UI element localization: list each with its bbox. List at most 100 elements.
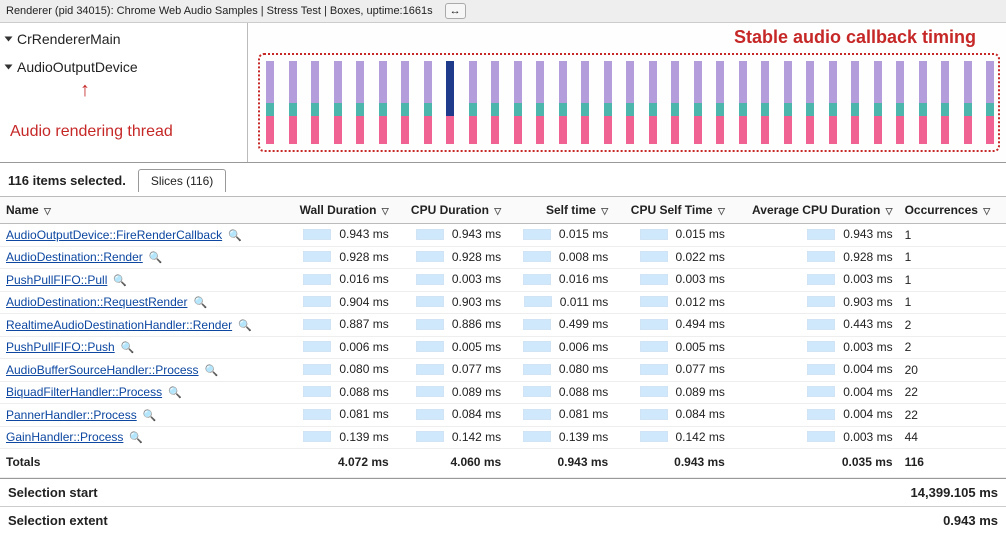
cell-wall: 0.943 ms	[284, 224, 395, 247]
thread-row[interactable]: CrRendererMain	[0, 23, 247, 51]
cell-name: AudioBufferSourceHandler::Process 🔍	[0, 359, 284, 382]
cell-avgcpu: 0.035 ms	[731, 449, 899, 478]
selection-extent-row: Selection extent 0.943 ms	[0, 506, 1006, 534]
cell-name: AudioDestination::RequestRender 🔍	[0, 291, 284, 314]
selection-extent-label: Selection extent	[8, 513, 108, 528]
cell-occ: 2	[899, 336, 1006, 359]
cell-name: PannerHandler::Process 🔍	[0, 404, 284, 427]
cell-self: 0.016 ms	[507, 269, 614, 292]
split-icon[interactable]: ↔	[445, 3, 466, 19]
table-header-row: Name ▽ Wall Duration ▽ CPU Duration ▽ Se…	[0, 197, 1006, 224]
slice-link[interactable]: PannerHandler::Process	[6, 408, 137, 422]
cell-name: AudioOutputDevice::FireRenderCallback 🔍	[0, 224, 284, 247]
totals-row: Totals4.072 ms4.060 ms0.943 ms0.943 ms0.…	[0, 449, 1006, 478]
thread-list: CrRendererMain AudioOutputDevice ↑ Audio…	[0, 23, 248, 162]
cell-occ: 44	[899, 426, 1006, 449]
table-row[interactable]: GainHandler::Process 🔍 0.139 ms0.142 ms0.1…	[0, 426, 1006, 449]
col-cpu[interactable]: CPU Duration ▽	[395, 197, 507, 224]
col-cpuself[interactable]: CPU Self Time ▽	[614, 197, 731, 224]
magnifier-icon[interactable]: 🔍	[168, 387, 182, 399]
selection-start-row: Selection start 14,399.105 ms	[0, 478, 1006, 506]
table-row[interactable]: AudioBufferSourceHandler::Process🔍0.080 …	[0, 359, 1006, 382]
cell-cpu: 0.928 ms	[395, 246, 507, 269]
cell-occ: 1	[899, 246, 1006, 269]
table-row[interactable]: PannerHandler::Process🔍0.081 ms0.084 ms0…	[0, 404, 1006, 427]
slices-tab[interactable]: Slices (116)	[138, 169, 226, 192]
cell-self: 0.943 ms	[507, 449, 614, 478]
thread-row[interactable]: AudioOutputDevice	[0, 51, 247, 79]
cell-cpuself: 0.012 ms	[614, 291, 731, 314]
col-name[interactable]: Name ▽	[0, 197, 284, 224]
cell-cpu: 4.060 ms	[395, 449, 507, 478]
cell-self: 0.015 ms	[507, 224, 614, 247]
cell-occ: 1	[899, 269, 1006, 292]
annotation-timeline: Stable audio callback timing	[734, 27, 976, 48]
timeline-viewport[interactable]: Stable audio callback timing	[248, 23, 1006, 162]
table-row[interactable]: BiquadFilterHandler::Process 🔍 0.088 ms 0.0…	[0, 381, 1006, 404]
magnifier-icon[interactable]: 🔍	[205, 365, 219, 377]
col-self[interactable]: Self time ▽	[507, 197, 614, 224]
cell-cpu: 0.142 ms	[395, 426, 507, 449]
cell-avgcpu: 0.928 ms	[731, 246, 899, 269]
cell-avgcpu: 0.443 ms	[731, 314, 899, 337]
cell-name: BiquadFilterHandler::Process 🔍	[0, 381, 284, 404]
col-avgcpu[interactable]: Average CPU Duration ▽	[731, 197, 899, 224]
thread-name: AudioOutputDevice	[17, 59, 138, 75]
magnifier-icon[interactable]: 🔍	[143, 410, 157, 422]
expand-icon[interactable]	[5, 65, 13, 70]
expand-icon[interactable]	[5, 37, 13, 42]
cell-avgcpu: 0.004 ms	[731, 404, 899, 427]
table-row[interactable]: AudioDestination::RequestRender🔍0.904 ms…	[0, 291, 1006, 314]
cell-occ: 20	[899, 359, 1006, 382]
col-wall[interactable]: Wall Duration ▽	[284, 197, 395, 224]
magnifier-icon[interactable]: 🔍	[113, 275, 127, 287]
cell-wall: 0.088 ms	[284, 381, 395, 404]
table-row[interactable]: AudioOutputDevice::FireRenderCallback 🔍 0.…	[0, 224, 1006, 247]
cell-cpuself: 0.005 ms	[614, 336, 731, 359]
cell-self: 0.081 ms	[507, 404, 614, 427]
slice-link[interactable]: AudioOutputDevice::FireRenderCallback	[6, 228, 222, 242]
cell-occ: 2	[899, 314, 1006, 337]
table-row[interactable]: PushPullFIFO::Push🔍0.006 ms0.005 ms0.006…	[0, 336, 1006, 359]
magnifier-icon[interactable]: 🔍	[238, 320, 252, 332]
col-occ[interactable]: Occurrences ▽	[899, 197, 1006, 224]
thread-name: CrRendererMain	[17, 31, 120, 47]
cell-occ: 1	[899, 224, 1006, 247]
cell-wall: 0.016 ms	[284, 269, 395, 292]
cell-self: 0.008 ms	[507, 246, 614, 269]
slice-link[interactable]: PushPullFIFO::Push	[6, 340, 115, 354]
cell-avgcpu: 0.004 ms	[731, 381, 899, 404]
slice-link[interactable]: BiquadFilterHandler::Process	[6, 385, 162, 399]
slices-table: Name ▽ Wall Duration ▽ CPU Duration ▽ Se…	[0, 196, 1006, 478]
cell-cpu: 0.003 ms	[395, 269, 507, 292]
magnifier-icon[interactable]: 🔍	[193, 297, 207, 309]
cell-cpu: 0.886 ms	[395, 314, 507, 337]
cell-cpu: 0.943 ms	[395, 224, 507, 247]
slice-link[interactable]: AudioBufferSourceHandler::Process	[6, 363, 199, 377]
selection-count: 116 items selected.	[8, 173, 126, 188]
table-row[interactable]: AudioDestination::Render🔍0.928 ms0.928 m…	[0, 246, 1006, 269]
table-row[interactable]: PushPullFIFO::Pull 🔍 0.016 ms0.003 ms0.016…	[0, 269, 1006, 292]
slice-link[interactable]: AudioDestination::Render	[6, 250, 143, 264]
cell-wall: 0.139 ms	[284, 426, 395, 449]
cell-avgcpu: 0.003 ms	[731, 336, 899, 359]
cell-self: 0.139 ms	[507, 426, 614, 449]
header-title: Renderer (pid 34015): Chrome Web Audio S…	[6, 5, 433, 17]
magnifier-icon[interactable]: 🔍	[149, 252, 163, 264]
cell-cpuself: 0.077 ms	[614, 359, 731, 382]
cell-avgcpu: 0.903 ms	[731, 291, 899, 314]
cell-wall: 4.072 ms	[284, 449, 395, 478]
cell-wall: 0.081 ms	[284, 404, 395, 427]
table-row[interactable]: RealtimeAudioDestinationHandler::Render 🔍…	[0, 314, 1006, 337]
cell-cpuself: 0.015 ms	[614, 224, 731, 247]
slice-link[interactable]: RealtimeAudioDestinationHandler::Render	[6, 318, 232, 332]
magnifier-icon[interactable]: 🔍	[228, 230, 242, 242]
magnifier-icon[interactable]: 🔍	[121, 342, 135, 354]
slice-link[interactable]: PushPullFIFO::Pull	[6, 273, 107, 287]
cell-cpuself: 0.022 ms	[614, 246, 731, 269]
cell-cpu: 0.005 ms	[395, 336, 507, 359]
magnifier-icon[interactable]: 🔍	[129, 432, 143, 444]
cell-wall: 0.928 ms	[284, 246, 395, 269]
slice-link[interactable]: GainHandler::Process	[6, 430, 123, 444]
slice-link[interactable]: AudioDestination::RequestRender	[6, 295, 187, 309]
